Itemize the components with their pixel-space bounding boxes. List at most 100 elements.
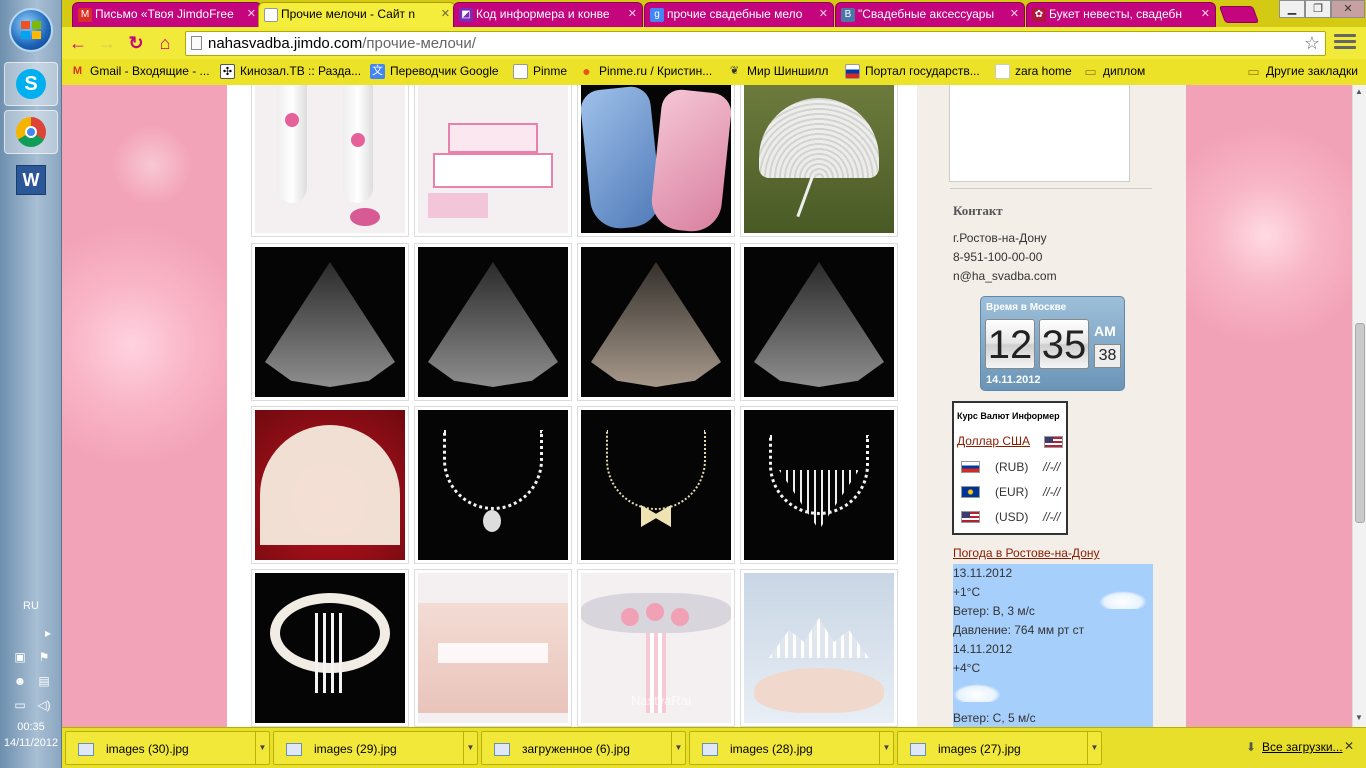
tab-active-page[interactable]: Прочие мелочи - Сайт n ✕ xyxy=(258,2,456,28)
reload-button[interactable]: ↻ xyxy=(124,32,148,54)
chevron-down-icon[interactable]: ▼ xyxy=(463,732,477,764)
gallery-thumb[interactable] xyxy=(577,406,735,564)
moscow-clock-widget[interactable]: Время в Москве 12 35 AM 38 14.11.2012 xyxy=(980,296,1125,391)
display-icon[interactable]: ▭ xyxy=(12,698,28,712)
download-item[interactable]: images (29).jpg ▼ xyxy=(273,731,478,765)
system-clock-date[interactable]: 14/11/2012 xyxy=(0,737,62,749)
tab-google-search[interactable]: g прочие свадебные мело ✕ xyxy=(644,2,834,27)
minimize-button[interactable]: ▁ xyxy=(1279,0,1305,18)
tab-informer-code[interactable]: ◩ Код информера и конве ✕ xyxy=(453,2,643,27)
page-scrollbar[interactable]: ▲ ▼ xyxy=(1352,85,1366,727)
clock-ampm: AM xyxy=(1094,323,1116,339)
url-path: /прочие-мелочи/ xyxy=(362,35,476,52)
gallery-thumb[interactable]: NastyaRai xyxy=(577,569,735,727)
network-icon[interactable]: ▣ xyxy=(12,650,28,664)
gallery-thumb[interactable] xyxy=(740,569,898,727)
clock-hours: 12 xyxy=(985,319,1035,369)
tray-doc-icon[interactable]: ▤ xyxy=(36,674,52,688)
bookmark-label: Кинозал.ТВ :: Разда... xyxy=(240,64,362,78)
chevron-down-icon[interactable]: ▼ xyxy=(1087,732,1101,764)
window-close-button[interactable]: ✕ xyxy=(1331,0,1365,18)
image-file-icon xyxy=(702,743,718,756)
maximize-button[interactable]: ❐ xyxy=(1305,0,1331,18)
download-arrow-icon: ⬇ xyxy=(1246,740,1257,754)
chrome-menu-icon[interactable] xyxy=(1334,34,1356,52)
system-clock-time[interactable]: 00:35 xyxy=(0,721,62,733)
download-item[interactable]: images (28).jpg ▼ xyxy=(689,731,894,765)
gallery-thumb[interactable] xyxy=(414,569,572,727)
close-downloads-icon[interactable]: ✕ xyxy=(1344,739,1354,753)
volume-icon[interactable]: ◁) xyxy=(36,698,52,712)
taskbar-word[interactable]: W xyxy=(4,158,58,202)
close-icon[interactable]: ✕ xyxy=(441,7,450,20)
bookmark-google-translate[interactable]: 文 Переводчик Google xyxy=(370,63,499,81)
gallery-thumb[interactable] xyxy=(251,569,409,727)
bookmark-pinme-ru[interactable]: ● Pinme.ru / Кристин... xyxy=(579,63,712,81)
home-button[interactable]: ⌂ xyxy=(153,32,177,54)
download-item[interactable]: images (27).jpg ▼ xyxy=(897,731,1102,765)
close-icon[interactable]: ✕ xyxy=(1201,7,1210,20)
translate-icon: 文 xyxy=(370,64,385,79)
windows-taskbar: S W RU ▸ ▣ ⚑ ☻ ▤ ▭ ◁) 00:35 14/11/2012 xyxy=(0,0,62,768)
bookmark-kinozal[interactable]: ✣ Кинозал.ТВ :: Разда... xyxy=(220,63,361,81)
gallery-thumb[interactable] xyxy=(414,406,572,564)
forward-button[interactable]: → xyxy=(95,32,119,54)
action-center-flag-icon[interactable]: ⚑ xyxy=(36,650,52,664)
folder-icon: ▭ xyxy=(1084,64,1097,79)
tab-vk[interactable]: B "Свадебные аксессуары ✕ xyxy=(835,2,1025,27)
bookmark-star-icon[interactable]: ☆ xyxy=(1304,33,1320,54)
taskbar-chrome[interactable] xyxy=(4,110,58,154)
gallery-thumb[interactable] xyxy=(577,85,735,237)
bookmark-folder-diplom[interactable]: ▭ диплом xyxy=(1083,63,1145,81)
bookmark-chinchilla[interactable]: ❦ Мир Шиншилл xyxy=(727,63,828,81)
tab-label: Прочие мелочи - Сайт n xyxy=(281,7,416,21)
other-bookmarks[interactable]: ▭ Другие закладки xyxy=(1246,63,1358,81)
tab-label: прочие свадебные мело xyxy=(667,7,803,21)
gallery-thumb[interactable] xyxy=(251,243,409,401)
bookmark-zara-home[interactable]: zara home xyxy=(995,63,1072,81)
language-indicator[interactable]: RU xyxy=(0,600,62,612)
gallery-thumb[interactable] xyxy=(740,406,898,564)
chevron-down-icon[interactable]: ▼ xyxy=(671,732,685,764)
currency-value: //-// xyxy=(1043,460,1061,474)
image-file-icon xyxy=(494,743,510,756)
gallery-thumb[interactable] xyxy=(414,85,572,237)
currency-base-link[interactable]: Доллар США xyxy=(957,434,1030,448)
tab-gmail[interactable]: M Письмо «Твоя JimdoFree ✕ xyxy=(72,2,262,27)
close-icon[interactable]: ✕ xyxy=(819,7,828,20)
gallery-thumb[interactable] xyxy=(577,243,735,401)
gallery-thumb[interactable] xyxy=(251,406,409,564)
tray-app-icon[interactable]: ☻ xyxy=(12,674,28,688)
bookmark-gosuslugi[interactable]: Портал государств... xyxy=(845,63,980,81)
show-hidden-icons[interactable]: ▸ xyxy=(40,626,56,640)
gallery-thumb[interactable] xyxy=(740,85,898,237)
download-filename: images (30).jpg xyxy=(106,742,189,756)
download-item[interactable]: загруженное (6).jpg ▼ xyxy=(481,731,686,765)
browser-toolbar: ← → ↻ ⌂ nahasvadba.jimdo.com/прочие-мело… xyxy=(62,27,1366,59)
close-icon[interactable]: ✕ xyxy=(628,7,637,20)
bookmark-pinme[interactable]: Pinme xyxy=(513,63,567,81)
chevron-down-icon[interactable]: ▼ xyxy=(255,732,269,764)
new-tab-button[interactable] xyxy=(1218,6,1260,23)
scroll-up-arrow-icon[interactable]: ▲ xyxy=(1355,87,1363,96)
chevron-down-icon[interactable]: ▼ xyxy=(879,732,893,764)
floral-background-left xyxy=(62,85,227,727)
back-button[interactable]: ← xyxy=(66,32,90,54)
all-downloads-link[interactable]: ⬇ Все загрузки... xyxy=(1246,740,1343,754)
start-button[interactable] xyxy=(9,8,53,52)
gallery-thumb[interactable] xyxy=(414,243,572,401)
address-bar[interactable]: nahasvadba.jimdo.com/прочие-мелочи/ ☆ xyxy=(185,31,1326,56)
pin-icon: ● xyxy=(582,63,591,79)
gallery-thumb[interactable] xyxy=(740,243,898,401)
tab-bouquet[interactable]: ✿ Букет невесты, свадебн ✕ xyxy=(1026,2,1216,27)
kinozal-icon: ✣ xyxy=(220,64,235,79)
scroll-down-arrow-icon[interactable]: ▼ xyxy=(1355,713,1363,722)
close-icon[interactable]: ✕ xyxy=(1010,7,1019,20)
weather-link[interactable]: Погода в Ростове-на-Дону xyxy=(953,546,1100,560)
scrollbar-thumb[interactable] xyxy=(1355,323,1365,523)
taskbar-skype[interactable]: S xyxy=(4,62,58,106)
bookmark-gmail[interactable]: M Gmail - Входящие - ... xyxy=(70,63,210,81)
close-icon[interactable]: ✕ xyxy=(247,7,256,20)
gallery-thumb[interactable] xyxy=(251,85,409,237)
download-item[interactable]: images (30).jpg ▼ xyxy=(65,731,270,765)
